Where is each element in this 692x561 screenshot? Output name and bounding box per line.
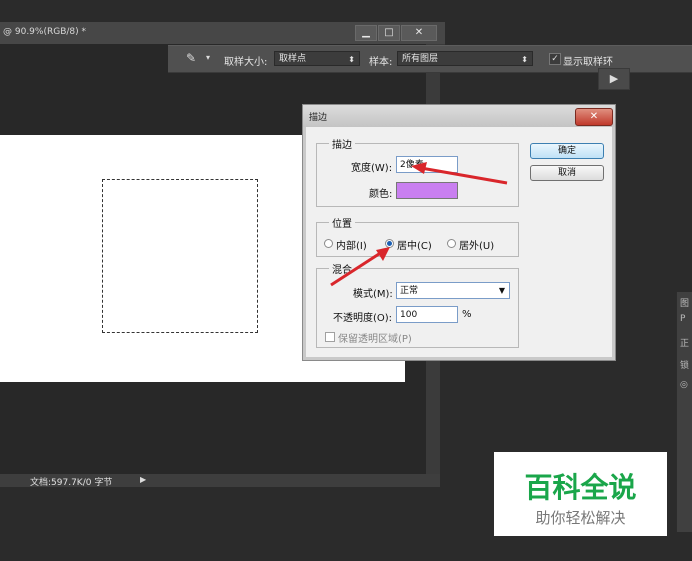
center-radio[interactable]	[385, 239, 394, 248]
width-input[interactable]: 2像素	[396, 156, 458, 173]
sample-select[interactable]: 所有图层 ⬍	[397, 51, 533, 66]
lock-label: 锁	[680, 361, 690, 371]
dialog-titlebar: 描边 ✕	[303, 105, 615, 127]
close-button[interactable]: ✕	[401, 25, 437, 41]
center-label[interactable]: 居中(C)	[397, 237, 432, 252]
restore-button[interactable]: □	[378, 25, 400, 41]
preserve-transparency-label: 保留透明区域(P)	[338, 334, 412, 345]
show-ring-label: 显示取样环	[563, 57, 613, 68]
stroke-group-title: 描边	[329, 136, 355, 151]
eyedropper-icon[interactable]: ✎	[186, 51, 196, 65]
opacity-input[interactable]: 100	[396, 306, 458, 323]
sample-size-select[interactable]: 取样点 ⬍	[274, 51, 360, 66]
panel-tab-label[interactable]: 图	[680, 296, 689, 309]
inside-label[interactable]: 内部(I)	[336, 237, 367, 252]
chevron-down-icon: ⬍	[348, 55, 355, 64]
color-swatch[interactable]	[396, 182, 458, 199]
dialog-close-button[interactable]: ✕	[575, 108, 613, 126]
stroke-group: 描边 宽度(W): 2像素 颜色:	[316, 136, 519, 207]
layers-panel-edge: 图 P 正 锁 ◎	[676, 292, 692, 532]
cancel-button[interactable]: 取消	[530, 165, 604, 181]
play-icon[interactable]: ▶	[598, 68, 630, 90]
visibility-eye-icon[interactable]: ◎	[680, 380, 688, 390]
minimize-button[interactable]: ▁	[355, 25, 377, 41]
outside-label[interactable]: 居外(U)	[459, 237, 494, 252]
color-label: 颜色:	[369, 189, 393, 200]
blend-mode-label[interactable]: 正	[680, 336, 689, 349]
watermark-title: 百科全说	[524, 471, 637, 504]
status-bar: 文档:597.7K/0 字节 ▶	[0, 474, 440, 488]
outside-radio[interactable]	[447, 239, 456, 248]
show-ring-checkbox[interactable]: ✓	[549, 53, 561, 65]
blend-group: 混合 模式(M): 正常 ▼ 不透明度(O): 100 % 保留透明区域(P)	[316, 261, 519, 348]
sample-value: 所有图层	[402, 54, 439, 64]
status-menu-arrow-icon[interactable]: ▶	[140, 475, 146, 484]
mode-select[interactable]: 正常 ▼	[396, 282, 510, 299]
watermark-logo: 百科全说 助你轻松解决	[494, 452, 667, 536]
sample-size-label: 取样大小:	[224, 57, 268, 68]
opacity-unit: %	[462, 309, 472, 320]
marquee-selection[interactable]	[102, 179, 258, 333]
position-group-title: 位置	[329, 215, 355, 230]
sample-size-value: 取样点	[279, 54, 307, 64]
mode-value: 正常	[400, 286, 419, 296]
tool-preset-chevron-down-icon[interactable]: ▾	[206, 53, 210, 62]
document-titlebar: @ 90.9%(RGB/8) * ▁ □ ✕	[0, 22, 445, 45]
mode-label: 模式(M):	[353, 289, 393, 300]
sample-label: 样本:	[369, 57, 393, 68]
chevron-down-icon: ▼	[498, 286, 505, 295]
document-title: @ 90.9%(RGB/8) *	[3, 27, 86, 37]
dialog-title: 描边	[309, 113, 328, 123]
width-label: 宽度(W):	[351, 163, 393, 174]
chevron-down-icon: ⬍	[521, 55, 528, 64]
watermark-subtitle: 助你轻松解决	[535, 509, 626, 527]
blend-group-title: 混合	[329, 261, 355, 276]
ok-button[interactable]: 确定	[530, 143, 604, 159]
position-group: 位置 内部(I) 居中(C) 居外(U)	[316, 215, 519, 257]
preserve-transparency-checkbox[interactable]	[325, 332, 335, 342]
document-size-status: 文档:597.7K/0 字节	[30, 478, 113, 488]
stroke-dialog: 描边 ✕ 描边 宽度(W): 2像素 颜色: 位置 内部(I) 居中(C) 居外…	[302, 104, 616, 361]
opacity-label: 不透明度(O):	[333, 313, 393, 324]
panel-filter-label[interactable]: P	[680, 314, 685, 324]
inside-radio[interactable]	[324, 239, 333, 248]
